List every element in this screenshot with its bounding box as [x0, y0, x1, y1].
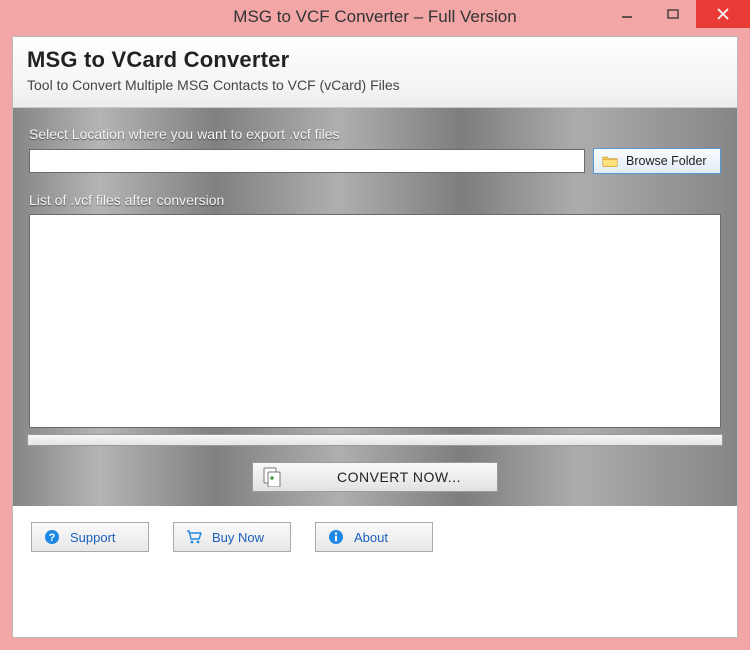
app-title: MSG to VCard Converter	[27, 47, 723, 73]
close-icon	[716, 7, 730, 21]
help-icon: ?	[44, 529, 60, 545]
app-subtitle: Tool to Convert Multiple MSG Contacts to…	[27, 77, 723, 93]
convert-now-label: CONVERT NOW...	[311, 469, 487, 485]
about-label: About	[354, 530, 388, 545]
list-label: List of .vcf files after conversion	[29, 192, 721, 208]
export-path-input[interactable]	[29, 149, 585, 173]
buy-now-button[interactable]: Buy Now	[173, 522, 291, 552]
minimize-button[interactable]	[604, 0, 650, 28]
window-titlebar: MSG to VCF Converter – Full Version	[0, 0, 750, 34]
browse-folder-button[interactable]: Browse Folder	[593, 148, 721, 174]
minimize-icon	[621, 8, 633, 20]
cart-icon	[186, 529, 202, 545]
main-panel: Select Location where you want to export…	[13, 108, 737, 506]
footer: ? Support Buy Now About	[13, 506, 737, 570]
support-button[interactable]: ? Support	[31, 522, 149, 552]
header-panel: MSG to VCard Converter Tool to Convert M…	[13, 37, 737, 108]
about-button[interactable]: About	[315, 522, 433, 552]
maximize-icon	[667, 8, 679, 20]
window-controls	[604, 0, 750, 28]
folder-icon	[602, 154, 618, 168]
export-location-label: Select Location where you want to export…	[29, 126, 721, 142]
convert-icon	[263, 467, 281, 487]
close-button[interactable]	[696, 0, 750, 28]
convert-now-button[interactable]: CONVERT NOW...	[252, 462, 498, 492]
converted-files-list[interactable]	[29, 214, 721, 428]
svg-text:?: ?	[49, 532, 56, 544]
buy-now-label: Buy Now	[212, 530, 264, 545]
progress-bar	[27, 434, 723, 446]
export-row: Browse Folder	[29, 148, 721, 174]
support-label: Support	[70, 530, 116, 545]
browse-folder-label: Browse Folder	[626, 154, 707, 168]
info-icon	[328, 529, 344, 545]
app-frame: MSG to VCard Converter Tool to Convert M…	[12, 36, 738, 638]
maximize-button[interactable]	[650, 0, 696, 28]
